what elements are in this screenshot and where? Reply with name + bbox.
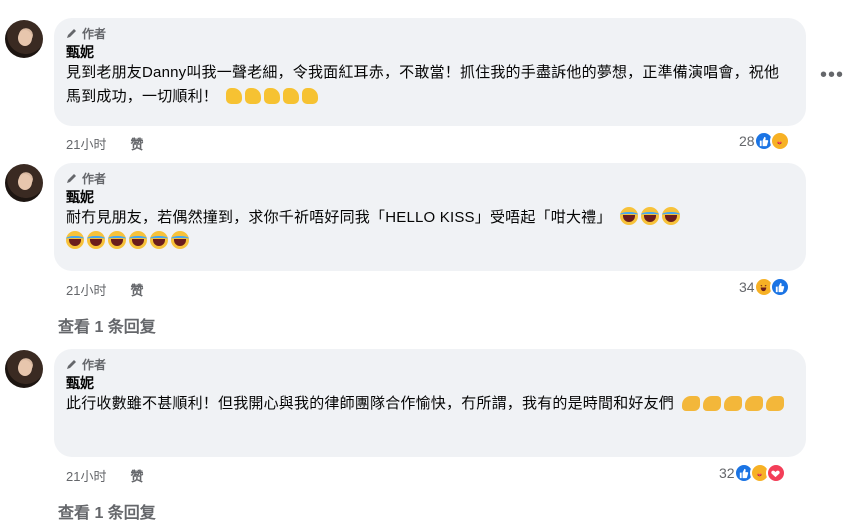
comment-bubble: 作者 甄妮 耐冇見朋友，若偶然撞到，求你千祈唔好同我「HELLO KISS」受唔… — [54, 163, 806, 271]
more-options-icon[interactable]: ••• — [820, 64, 844, 87]
care-reaction-icon — [769, 131, 790, 151]
tears-of-joy-icon — [640, 207, 659, 225]
flexed-biceps-icon — [703, 396, 722, 411]
comment-actions: 21小时 赞 — [66, 466, 143, 485]
flexed-biceps-icon — [766, 396, 785, 411]
thumbs-up-icon — [283, 88, 300, 104]
comment-bubble: 作者 甄妮 見到老朋友Danny叫我一聲老細，令我面紅耳赤，不敢當！抓住我的手盡… — [54, 18, 806, 126]
avatar[interactable] — [5, 164, 43, 202]
commenter-name[interactable]: 甄妮 — [66, 43, 794, 61]
comment-text: 耐冇見朋友，若偶然撞到，求你千祈唔好同我「HELLO KISS」受唔起「咁大禮」 — [66, 206, 794, 254]
flexed-biceps-icon — [724, 396, 743, 411]
tears-of-joy-icon — [108, 231, 126, 249]
thumbs-up-icon — [245, 88, 262, 104]
pencil-icon — [67, 29, 76, 38]
timestamp[interactable]: 21小时 — [66, 280, 106, 299]
comment-actions: 21小时 赞 — [66, 280, 143, 299]
tears-of-joy-emojis — [619, 207, 680, 225]
avatar[interactable] — [5, 350, 43, 388]
like-link[interactable]: 赞 — [130, 134, 143, 153]
reaction-count: 28 — [739, 133, 755, 149]
like-link[interactable]: 赞 — [130, 280, 143, 299]
timestamp[interactable]: 21小时 — [66, 134, 106, 153]
view-replies-link[interactable]: 查看 1 条回复 — [58, 499, 156, 523]
reaction-count: 34 — [739, 279, 755, 295]
tears-of-joy-icon — [129, 231, 147, 249]
tears-of-joy-icon — [150, 231, 168, 249]
tears-of-joy-icon — [87, 231, 105, 249]
thumbs-up-icon — [264, 88, 281, 104]
flexed-biceps-emojis — [682, 393, 785, 411]
flexed-biceps-icon — [682, 396, 701, 411]
tears-of-joy-icon — [619, 207, 638, 225]
comment-text: 此行收數雖不甚順利！但我開心與我的律師團隊合作愉快，冇所謂，我有的是時間和好友們 — [66, 392, 794, 416]
author-badge: 作者 — [66, 355, 794, 373]
commenter-name[interactable]: 甄妮 — [66, 374, 794, 392]
reaction-summary[interactable]: 34 — [739, 277, 790, 297]
like-reaction-icon — [769, 277, 790, 297]
comment-actions: 21小时 赞 — [66, 134, 143, 153]
flexed-biceps-icon — [745, 396, 764, 411]
view-replies-link[interactable]: 查看 1 条回复 — [58, 313, 156, 337]
pencil-icon — [67, 174, 76, 183]
tears-of-joy-icon — [66, 231, 84, 249]
author-badge: 作者 — [66, 169, 794, 187]
avatar[interactable] — [5, 20, 43, 58]
thumbs-up-icon — [302, 88, 319, 104]
reaction-summary[interactable]: 28 — [739, 131, 790, 151]
tears-of-joy-icon — [661, 207, 680, 225]
timestamp[interactable]: 21小时 — [66, 466, 106, 485]
pencil-icon — [67, 360, 76, 369]
commenter-name[interactable]: 甄妮 — [66, 188, 794, 206]
thumbs-up-emojis — [226, 88, 319, 104]
comment-text: 見到老朋友Danny叫我一聲老細，令我面紅耳赤，不敢當！抓住我的手盡訴他的夢想，… — [66, 64, 780, 105]
like-link[interactable]: 赞 — [130, 466, 143, 485]
thumbs-up-icon — [226, 88, 243, 104]
comment-bubble: 作者 甄妮 此行收數雖不甚順利！但我開心與我的律師團隊合作愉快，冇所謂，我有的是… — [54, 349, 806, 457]
author-badge: 作者 — [66, 24, 794, 42]
tears-of-joy-icon — [171, 231, 189, 249]
love-reaction-icon — [765, 463, 786, 483]
reaction-summary[interactable]: 32 — [719, 463, 786, 483]
reaction-count: 32 — [719, 465, 735, 481]
tears-of-joy-emojis — [66, 231, 189, 249]
